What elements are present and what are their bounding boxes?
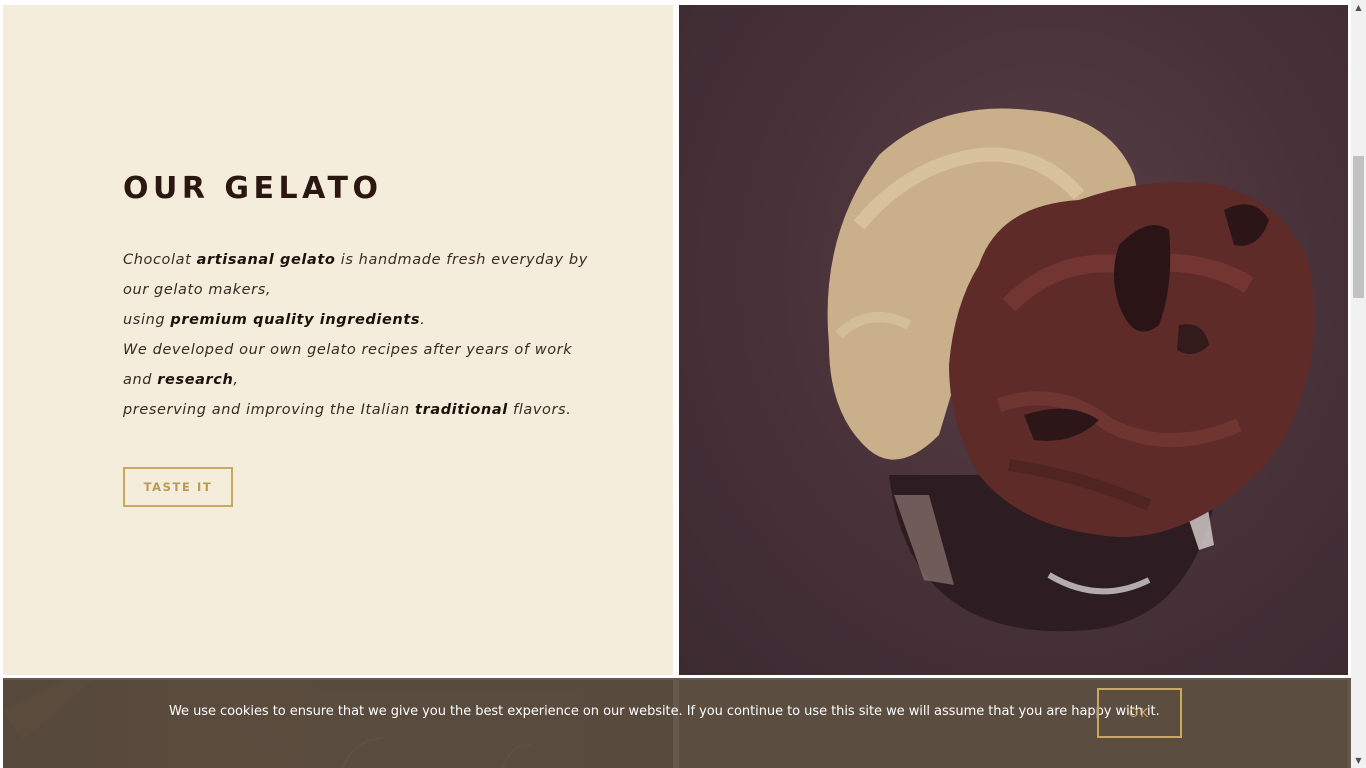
emphasis-text: traditional [415, 402, 508, 418]
body-text: We developed our own gelato recipes afte… [123, 342, 573, 358]
body-text: and [123, 372, 158, 388]
vertical-scrollbar[interactable]: ▲ ▼ [1351, 0, 1366, 768]
cookie-ok-button[interactable]: OK [1097, 688, 1182, 738]
body-text: , [233, 372, 239, 388]
body-text: flavors. [507, 402, 572, 418]
page: OUR GELATO Chocolat artisanal gelato is … [0, 0, 1351, 768]
emphasis-text: research [157, 372, 234, 388]
taste-it-button[interactable]: TASTE IT [123, 467, 233, 507]
intro-line: Chocolat artisanal gelato is handmade fr… [123, 245, 587, 275]
gelato-intro-panel: OUR GELATO Chocolat artisanal gelato is … [3, 5, 673, 675]
scroll-up-arrow-icon[interactable]: ▲ [1351, 0, 1366, 15]
intro-paragraph: Chocolat artisanal gelato is handmade fr… [123, 245, 587, 425]
body-text: Chocolat [123, 252, 197, 268]
body-text: is handmade fresh everyday by [335, 252, 588, 268]
body-text: our gelato makers, [123, 282, 272, 298]
intro-line: using premium quality ingredients. [123, 305, 563, 335]
scroll-down-arrow-icon[interactable]: ▼ [1351, 753, 1366, 768]
cookie-consent-bar: We use cookies to ensure that we give yo… [3, 678, 1351, 768]
gelato-photo [679, 5, 1348, 675]
emphasis-text: premium quality ingredients [170, 312, 421, 328]
intro-line: preserving and improving the Italian tra… [123, 395, 571, 425]
intro-line: and research, [123, 365, 563, 395]
intro-line: our gelato makers, [123, 275, 563, 305]
section-heading: OUR GELATO [123, 171, 383, 206]
cookie-message: We use cookies to ensure that we give yo… [169, 704, 1160, 719]
emphasis-text: artisanal gelato [196, 252, 336, 268]
gelato-cup-image [827, 108, 1315, 632]
scrollbar-thumb[interactable] [1353, 156, 1364, 298]
body-text: . [420, 312, 426, 328]
intro-line: We developed our own gelato recipes afte… [123, 335, 572, 365]
body-text: using [123, 312, 171, 328]
body-text: preserving and improving the Italian [123, 402, 416, 418]
